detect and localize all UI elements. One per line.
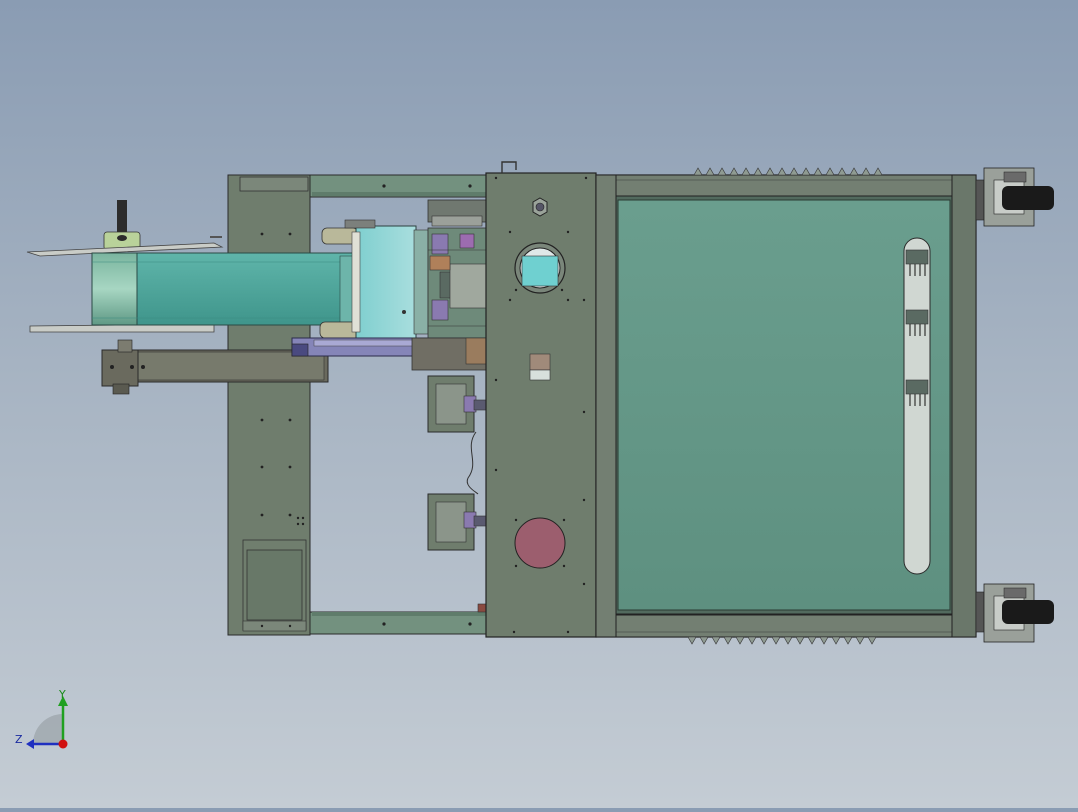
clamp-upper: [427, 375, 487, 433]
cable: [466, 431, 479, 495]
drive-mechanism: [427, 199, 487, 339]
coordinate-triad: Y Z: [15, 688, 68, 749]
machine-drawing: Y Z: [15, 161, 1054, 749]
left-frame: [227, 174, 311, 636]
x-axis-dot: [58, 739, 68, 749]
fins-bottom: [687, 636, 877, 645]
belt: [91, 252, 355, 326]
cad-viewport[interactable]: Y Z: [0, 0, 1078, 808]
bottom-rail: [309, 603, 489, 635]
y-axis-label: Y: [58, 688, 66, 701]
caster-top: [975, 167, 1054, 227]
top-rail: [309, 174, 489, 198]
fins-top: [693, 167, 883, 176]
adjust-slot: [903, 237, 931, 575]
center-plate: [485, 161, 597, 638]
clamp-lower: [427, 493, 487, 551]
caster-bottom: [975, 583, 1054, 643]
spool: [103, 200, 141, 251]
z-axis-label: Z: [15, 733, 23, 746]
